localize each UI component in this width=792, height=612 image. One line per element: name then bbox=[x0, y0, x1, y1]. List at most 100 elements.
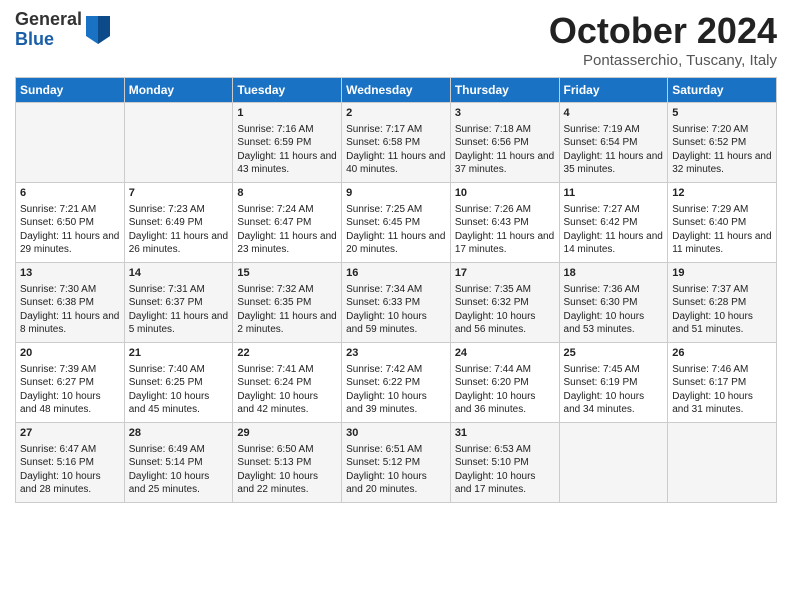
day-number: 15 bbox=[237, 266, 337, 281]
day-number: 28 bbox=[129, 426, 229, 441]
day-number: 29 bbox=[237, 426, 337, 441]
calendar-cell: 30Sunrise: 6:51 AMSunset: 5:12 PMDayligh… bbox=[342, 423, 451, 503]
day-number: 27 bbox=[20, 426, 120, 441]
day-number: 30 bbox=[346, 426, 446, 441]
day-info: Sunrise: 7:41 AM bbox=[237, 363, 337, 377]
calendar-cell bbox=[16, 103, 125, 183]
day-number: 13 bbox=[20, 266, 120, 281]
column-header-thursday: Thursday bbox=[450, 78, 559, 103]
day-info: Daylight: 11 hours and 5 minutes. bbox=[129, 310, 229, 337]
day-info: Daylight: 10 hours and 39 minutes. bbox=[346, 390, 446, 417]
day-number: 9 bbox=[346, 186, 446, 201]
column-header-sunday: Sunday bbox=[16, 78, 125, 103]
day-info: Sunrise: 6:53 AM bbox=[455, 443, 555, 457]
calendar-cell: 28Sunrise: 6:49 AMSunset: 5:14 PMDayligh… bbox=[124, 423, 233, 503]
day-info: Sunset: 6:43 PM bbox=[455, 216, 555, 230]
calendar-cell: 21Sunrise: 7:40 AMSunset: 6:25 PMDayligh… bbox=[124, 343, 233, 423]
day-number: 24 bbox=[455, 346, 555, 361]
title-block: October 2024 Pontasserchio, Tuscany, Ita… bbox=[549, 10, 777, 69]
day-info: Daylight: 11 hours and 11 minutes. bbox=[672, 230, 772, 257]
day-number: 2 bbox=[346, 106, 446, 121]
day-number: 3 bbox=[455, 106, 555, 121]
day-info: Daylight: 10 hours and 17 minutes. bbox=[455, 470, 555, 497]
day-info: Daylight: 11 hours and 17 minutes. bbox=[455, 230, 555, 257]
calendar-cell: 8Sunrise: 7:24 AMSunset: 6:47 PMDaylight… bbox=[233, 183, 342, 263]
day-info: Sunset: 6:50 PM bbox=[20, 216, 120, 230]
day-info: Sunrise: 7:42 AM bbox=[346, 363, 446, 377]
calendar-cell: 5Sunrise: 7:20 AMSunset: 6:52 PMDaylight… bbox=[668, 103, 777, 183]
day-info: Sunrise: 7:44 AM bbox=[455, 363, 555, 377]
day-info: Sunset: 6:25 PM bbox=[129, 376, 229, 390]
day-number: 6 bbox=[20, 186, 120, 201]
calendar-cell: 2Sunrise: 7:17 AMSunset: 6:58 PMDaylight… bbox=[342, 103, 451, 183]
calendar-cell: 4Sunrise: 7:19 AMSunset: 6:54 PMDaylight… bbox=[559, 103, 668, 183]
calendar-cell: 20 Sunrise: 7:39 AMSunset: 6:27 PMDayligh… bbox=[16, 343, 125, 423]
calendar-cell: 24 Sunrise: 7:44 AMSunset: 6:20 PMDayligh… bbox=[450, 343, 559, 423]
day-number: 8 bbox=[237, 186, 337, 201]
day-number: 25 bbox=[564, 346, 664, 361]
day-info: Sunset: 6:19 PM bbox=[564, 376, 664, 390]
day-info: Daylight: 10 hours and 36 minutes. bbox=[455, 390, 555, 417]
day-number: 23 bbox=[346, 346, 446, 361]
day-number: 18 bbox=[564, 266, 664, 281]
calendar-cell: 11Sunrise: 7:27 AMSunset: 6:42 PMDayligh… bbox=[559, 183, 668, 263]
day-info: Sunrise: 7:36 AM bbox=[564, 283, 664, 297]
day-info: Sunrise: 7:39 AM bbox=[20, 363, 120, 377]
day-info: Sunrise: 7:35 AM bbox=[455, 283, 555, 297]
logo-icon bbox=[86, 16, 110, 44]
day-info: Sunrise: 7:20 AM bbox=[672, 123, 772, 137]
day-info: Sunset: 5:10 PM bbox=[455, 456, 555, 470]
day-info: Daylight: 11 hours and 14 minutes. bbox=[564, 230, 664, 257]
day-number: 26 bbox=[672, 346, 772, 361]
day-number: 17 bbox=[455, 266, 555, 281]
day-info: Sunset: 6:47 PM bbox=[237, 216, 337, 230]
day-info: Daylight: 11 hours and 29 minutes. bbox=[20, 230, 120, 257]
day-info: Daylight: 10 hours and 53 minutes. bbox=[564, 310, 664, 337]
logo-text: General Blue bbox=[15, 10, 82, 50]
day-info: Sunrise: 7:26 AM bbox=[455, 203, 555, 217]
day-number: 1 bbox=[237, 106, 337, 121]
day-info: Daylight: 10 hours and 20 minutes. bbox=[346, 470, 446, 497]
calendar-cell: 18Sunrise: 7:36 AMSunset: 6:30 PMDayligh… bbox=[559, 263, 668, 343]
day-info: Sunset: 6:24 PM bbox=[237, 376, 337, 390]
header: General Blue October 2024 Pontasserchio,… bbox=[15, 10, 777, 69]
day-info: Sunset: 6:40 PM bbox=[672, 216, 772, 230]
day-number: 31 bbox=[455, 426, 555, 441]
day-number: 7 bbox=[129, 186, 229, 201]
calendar-cell: 3Sunrise: 7:18 AMSunset: 6:56 PMDaylight… bbox=[450, 103, 559, 183]
day-number: 19 bbox=[672, 266, 772, 281]
day-info: Sunset: 6:58 PM bbox=[346, 136, 446, 150]
day-number: 14 bbox=[129, 266, 229, 281]
day-info: Daylight: 10 hours and 31 minutes. bbox=[672, 390, 772, 417]
day-info: Sunrise: 7:17 AM bbox=[346, 123, 446, 137]
logo: General Blue bbox=[15, 10, 110, 50]
day-info: Sunrise: 6:49 AM bbox=[129, 443, 229, 457]
day-info: Daylight: 11 hours and 20 minutes. bbox=[346, 230, 446, 257]
calendar-cell: 12Sunrise: 7:29 AMSunset: 6:40 PMDayligh… bbox=[668, 183, 777, 263]
day-info: Sunset: 6:20 PM bbox=[455, 376, 555, 390]
day-number: 21 bbox=[129, 346, 229, 361]
day-number: 11 bbox=[564, 186, 664, 201]
day-info: Sunrise: 7:40 AM bbox=[129, 363, 229, 377]
day-number: 22 bbox=[237, 346, 337, 361]
day-info: Daylight: 10 hours and 48 minutes. bbox=[20, 390, 120, 417]
day-number: 20 bbox=[20, 346, 120, 361]
column-header-friday: Friday bbox=[559, 78, 668, 103]
day-info: Sunrise: 7:25 AM bbox=[346, 203, 446, 217]
column-header-saturday: Saturday bbox=[668, 78, 777, 103]
day-info: Daylight: 11 hours and 8 minutes. bbox=[20, 310, 120, 337]
day-info: Sunset: 6:27 PM bbox=[20, 376, 120, 390]
day-info: Daylight: 10 hours and 25 minutes. bbox=[129, 470, 229, 497]
day-info: Sunrise: 7:45 AM bbox=[564, 363, 664, 377]
day-info: Sunset: 6:32 PM bbox=[455, 296, 555, 310]
day-info: Sunrise: 7:37 AM bbox=[672, 283, 772, 297]
column-header-wednesday: Wednesday bbox=[342, 78, 451, 103]
day-info: Sunrise: 7:31 AM bbox=[129, 283, 229, 297]
day-info: Daylight: 11 hours and 43 minutes. bbox=[237, 150, 337, 177]
calendar-cell: 6Sunrise: 7:21 AMSunset: 6:50 PMDaylight… bbox=[16, 183, 125, 263]
day-info: Sunrise: 7:18 AM bbox=[455, 123, 555, 137]
day-info: Sunrise: 7:34 AM bbox=[346, 283, 446, 297]
day-info: Sunset: 6:35 PM bbox=[237, 296, 337, 310]
calendar-cell bbox=[124, 103, 233, 183]
day-info: Daylight: 10 hours and 51 minutes. bbox=[672, 310, 772, 337]
